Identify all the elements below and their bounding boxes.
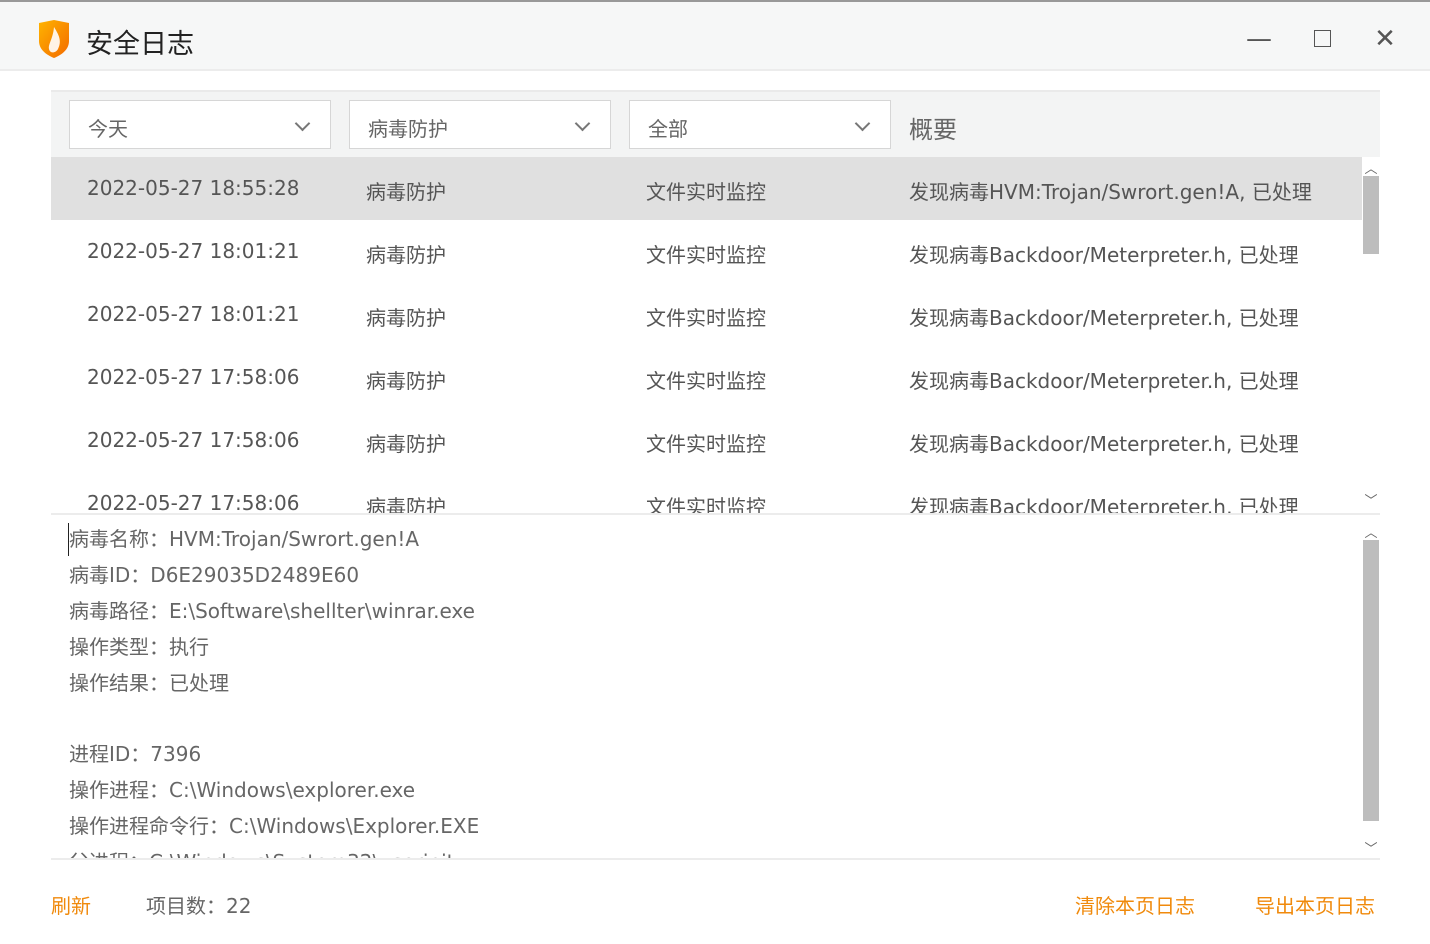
summary-column-header: 概要 — [909, 116, 957, 144]
detail-line: 操作结果：已处理 — [69, 671, 229, 695]
row-type: 病毒防护 — [366, 306, 446, 330]
table-row[interactable]: 2022-05-27 18:01:21 病毒防护 文件实时监控 发现病毒Backdoo… — [51, 283, 1362, 346]
divider — [51, 858, 1380, 860]
date-filter-value: 今天 — [88, 117, 128, 141]
chevron-down-icon — [574, 115, 591, 132]
close-icon[interactable]: ✕ — [1370, 24, 1400, 54]
table-row[interactable]: 2022-05-27 17:58:06 病毒防护 文件实时监控 发现病毒Backdoo… — [51, 409, 1362, 472]
detail-line: 进程ID：7396 — [69, 742, 202, 766]
detail-line: 病毒名称：HVM:Trojan/Swrort.gen!A — [69, 527, 420, 551]
chevron-down-icon — [294, 115, 311, 132]
row-time: 2022-05-27 17:58:06 — [87, 491, 300, 513]
row-type: 病毒防护 — [366, 495, 446, 513]
row-time: 2022-05-27 17:58:06 — [87, 365, 300, 389]
detail-line — [69, 701, 1349, 736]
source-filter-dropdown[interactable]: 全部 — [629, 100, 891, 149]
date-filter-dropdown[interactable]: 今天 — [69, 100, 331, 149]
shield-flame-logo — [39, 20, 69, 58]
table-row[interactable]: 2022-05-27 17:58:06 病毒防护 文件实时监控 发现病毒Backdoo… — [51, 472, 1362, 513]
text-cursor — [68, 523, 69, 556]
row-summary: 发现病毒Backdoor/Meterpreter.h, 已处理 — [909, 495, 1299, 513]
category-filter-dropdown[interactable]: 病毒防护 — [349, 100, 611, 149]
row-time: 2022-05-27 17:58:06 — [87, 428, 300, 452]
row-type: 病毒防护 — [366, 369, 446, 393]
divider — [51, 513, 1380, 515]
source-filter-value: 全部 — [648, 117, 688, 141]
row-summary: 发现病毒HVM:Trojan/Swrort.gen!A, 已处理 — [909, 180, 1312, 204]
detail-line: 父进程：C:\Windows\System32\userinit — [69, 844, 1349, 858]
row-time: 2022-05-27 18:01:21 — [87, 302, 300, 326]
row-source: 文件实时监控 — [646, 306, 766, 330]
row-source: 文件实时监控 — [646, 243, 766, 267]
row-type: 病毒防护 — [366, 432, 446, 456]
row-source: 文件实时监控 — [646, 180, 766, 204]
minimize-icon[interactable]: — — [1244, 24, 1274, 54]
scroll-up-icon[interactable]: ︿ — [1364, 522, 1378, 541]
scroll-up-icon[interactable]: ︿ — [1364, 158, 1378, 177]
category-filter-value: 病毒防护 — [368, 117, 448, 141]
detail-line: 操作进程命令行：C:\Windows\Explorer.EXE — [69, 814, 480, 838]
detail-line: 操作进程：C:\Windows\explorer.exe — [69, 778, 416, 802]
row-source: 文件实时监控 — [646, 432, 766, 456]
detail-scrollbar-thumb[interactable] — [1363, 540, 1379, 821]
row-summary: 发现病毒Backdoor/Meterpreter.h, 已处理 — [909, 432, 1299, 456]
clear-page-log-button[interactable]: 清除本页日志 — [1075, 890, 1195, 919]
filter-header: 今天 病毒防护 全部 概要 — [51, 90, 1380, 157]
title-bar: 安全日志 — ✕ — [0, 0, 1430, 71]
window-title: 安全日志 — [86, 29, 194, 60]
row-time: 2022-05-27 18:55:28 — [87, 176, 300, 200]
table-row[interactable]: 2022-05-27 17:58:06 病毒防护 文件实时监控 发现病毒Backdoo… — [51, 346, 1362, 409]
scroll-down-icon[interactable]: ﹀ — [1364, 490, 1378, 509]
table-scrollbar-thumb[interactable] — [1363, 176, 1379, 254]
detail-line: 病毒ID：D6E29035D2489E60 — [69, 563, 360, 587]
row-time: 2022-05-27 18:01:21 — [87, 239, 300, 263]
detail-panel[interactable]: 病毒名称：HVM:Trojan/Swrort.gen!A 病毒ID：D6E290… — [69, 521, 1349, 858]
detail-line: 操作类型：执行 — [69, 635, 209, 659]
export-page-log-button[interactable]: 导出本页日志 — [1255, 890, 1375, 919]
maximize-icon[interactable] — [1307, 24, 1337, 54]
row-type: 病毒防护 — [366, 243, 446, 267]
log-table: 2022-05-27 18:55:28 病毒防护 文件实时监控 发现病毒HVM:Tro… — [51, 157, 1362, 513]
row-summary: 发现病毒Backdoor/Meterpreter.h, 已处理 — [909, 369, 1299, 393]
row-type: 病毒防护 — [366, 180, 446, 204]
chevron-down-icon — [854, 115, 871, 132]
refresh-button[interactable]: 刷新 — [51, 890, 91, 919]
scroll-down-icon[interactable]: ﹀ — [1364, 838, 1378, 857]
row-summary: 发现病毒Backdoor/Meterpreter.h, 已处理 — [909, 243, 1299, 267]
row-source: 文件实时监控 — [646, 495, 766, 513]
row-summary: 发现病毒Backdoor/Meterpreter.h, 已处理 — [909, 306, 1299, 330]
table-row[interactable]: 2022-05-27 18:55:28 病毒防护 文件实时监控 发现病毒HVM:Tro… — [51, 157, 1362, 220]
detail-line: 病毒路径：E:\Software\shellter\winrar.exe — [69, 599, 475, 623]
table-row[interactable]: 2022-05-27 18:01:21 病毒防护 文件实时监控 发现病毒Backdoo… — [51, 220, 1362, 283]
row-source: 文件实时监控 — [646, 369, 766, 393]
item-count: 项目数：22 — [146, 894, 252, 918]
